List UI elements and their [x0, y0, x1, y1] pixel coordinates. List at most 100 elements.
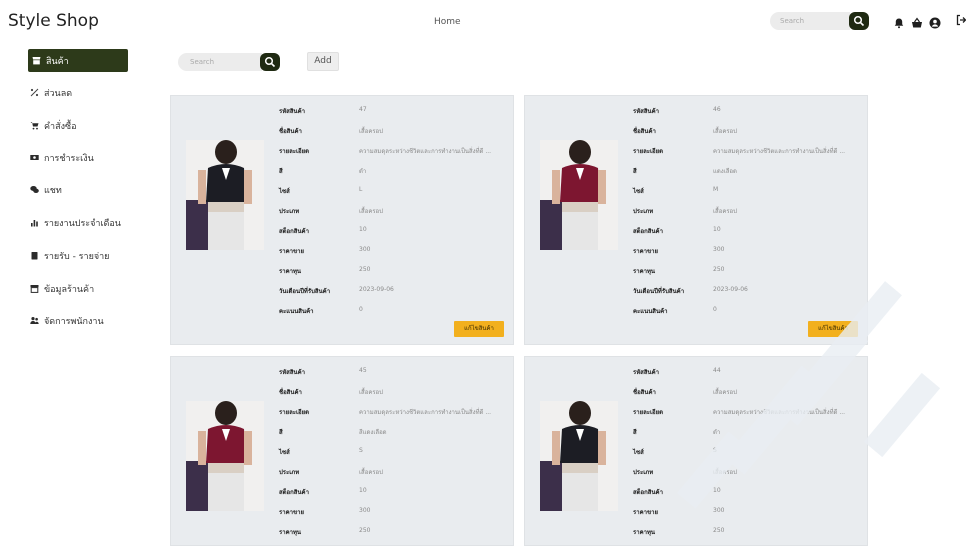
- detail-label: รหัสสินค้า: [633, 108, 659, 115]
- detail-value: เสื้อครอป: [359, 389, 383, 396]
- detail-row: ชื่อสินค้า เสื้อครอป: [633, 387, 863, 399]
- detail-row: ราคาทุน 250: [633, 527, 863, 539]
- detail-value: 250: [713, 527, 725, 534]
- detail-row: ไซส์ S: [633, 447, 863, 459]
- detail-row: คะแนนสินค้า 0: [279, 306, 509, 318]
- detail-value: 46: [713, 106, 721, 113]
- detail-label: สี: [279, 168, 283, 175]
- detail-row: รายละเอียด ความสมดุลระหว่างชีวิตและการทำง…: [633, 146, 863, 158]
- detail-row: สต็อกสินค้า 10: [279, 226, 509, 238]
- detail-value: ความสมดุลระหว่างชีวิตและการทำงานเป็นสิ่ง…: [359, 409, 492, 416]
- detail-row: วันเดือนปีที่รับสินค้า 2023-09-06: [633, 286, 863, 298]
- detail-value: 300: [359, 246, 371, 253]
- top-icons: [893, 14, 941, 29]
- sidebar-item-discounts[interactable]: ส่วนลด: [28, 81, 128, 104]
- detail-value: 10: [359, 487, 367, 494]
- sidebar-item-payments[interactable]: การชำระเงิน: [28, 146, 128, 169]
- detail-label: สี: [633, 429, 637, 436]
- detail-label: รหัสสินค้า: [633, 369, 659, 376]
- sidebar-item-label: คำสั่งซื้อ: [44, 121, 77, 132]
- detail-value: S: [713, 447, 717, 454]
- detail-label: ประเภท: [633, 469, 654, 476]
- detail-value: ความสมดุลระหว่างชีวิตและการทำงานเป็นสิ่ง…: [713, 148, 846, 155]
- sidebar-item-label: ข้อมูลร้านค้า: [44, 284, 95, 295]
- top-search-input[interactable]: Search: [770, 12, 850, 30]
- detail-row: ไซส์ L: [279, 186, 509, 198]
- wallet-icon: [30, 251, 39, 260]
- detail-row: ราคาขาย 300: [279, 507, 509, 519]
- detail-label: ชื่อสินค้า: [633, 389, 656, 396]
- sidebar-item-monthly-report[interactable]: รายงานประจำเดือน: [28, 211, 128, 234]
- sidebar-item-orders[interactable]: คำสั่งซื้อ: [28, 114, 128, 137]
- sidebar-item-income-expense[interactable]: รายรับ - รายจ่าย: [28, 244, 128, 267]
- detail-row: สต็อกสินค้า 10: [633, 226, 863, 238]
- detail-label: คะแนนสินค้า: [633, 308, 668, 315]
- detail-label: รายละเอียด: [633, 409, 664, 416]
- sidebar: สินค้า ส่วนลด คำสั่งซื้อ การชำระเงิน แชท…: [0, 44, 150, 539]
- home-link[interactable]: Home: [434, 17, 461, 27]
- detail-value: สีแดงเลือด: [359, 429, 387, 436]
- detail-label: ประเภท: [279, 208, 300, 215]
- brand-logo[interactable]: Style Shop: [8, 11, 99, 31]
- detail-row: ราคาทุน 250: [279, 527, 509, 539]
- sidebar-item-staff[interactable]: จัดการพนักงาน: [28, 309, 128, 332]
- detail-row: รหัสสินค้า 47: [279, 106, 509, 118]
- product-photo[interactable]: [186, 140, 264, 250]
- sidebar-item-label: ส่วนลด: [44, 88, 73, 99]
- detail-value: L: [359, 186, 363, 193]
- detail-row: ราคาขาย 300: [633, 246, 863, 258]
- detail-value: เสื้อครอป: [713, 469, 737, 476]
- sidebar-item-label: รายรับ - รายจ่าย: [44, 251, 110, 262]
- detail-value: 47: [359, 106, 367, 113]
- detail-label: คะแนนสินค้า: [279, 308, 314, 315]
- edit-product-button[interactable]: แก้ไขสินค้า: [808, 321, 858, 337]
- add-product-button[interactable]: Add: [307, 52, 339, 71]
- chart-icon: [30, 218, 39, 227]
- detail-row: ราคาทุน 250: [279, 266, 509, 278]
- detail-value: 44: [713, 367, 721, 374]
- detail-label: รายละเอียด: [633, 148, 664, 155]
- detail-value: เสื้อครอป: [359, 469, 383, 476]
- detail-label: ราคาขาย: [279, 248, 304, 255]
- detail-label: ราคาทุน: [633, 268, 656, 275]
- users-icon: [30, 316, 39, 325]
- detail-row: ชื่อสินค้า เสื้อครอป: [279, 387, 509, 399]
- detail-value: ดำ: [713, 429, 721, 436]
- detail-row: รหัสสินค้า 45: [279, 367, 509, 379]
- logout-icon[interactable]: [956, 14, 966, 26]
- basket-icon[interactable]: [911, 14, 923, 28]
- sidebar-item-label: รายงานประจำเดือน: [44, 218, 121, 229]
- detail-label: สต็อกสินค้า: [633, 228, 663, 235]
- product-photo[interactable]: [540, 140, 618, 250]
- detail-value: ความสมดุลระหว่างชีวิตและการทำงานเป็นสิ่ง…: [713, 409, 846, 416]
- detail-row: ไซส์ S: [279, 447, 509, 459]
- sidebar-item-label: จัดการพนักงาน: [44, 316, 104, 327]
- product-card: รหัสสินค้า 47 ชื่อสินค้า เสื้อครอป รายละเอีย…: [170, 95, 514, 345]
- sidebar-item-chat[interactable]: แชท: [28, 178, 128, 201]
- detail-value: 10: [713, 226, 721, 233]
- bell-icon[interactable]: [893, 14, 905, 29]
- detail-value: 2023-09-06: [713, 286, 748, 293]
- detail-value: ความสมดุลระหว่างชีวิตและการทำงานเป็นสิ่ง…: [359, 148, 492, 155]
- product-photo[interactable]: [186, 401, 264, 511]
- product-search: Search: [178, 53, 280, 71]
- product-search-input[interactable]: Search: [178, 53, 262, 71]
- detail-value: 10: [359, 226, 367, 233]
- detail-value: 0: [359, 306, 363, 313]
- top-search-button[interactable]: [849, 12, 869, 30]
- detail-row: สี ดำ: [279, 166, 509, 178]
- product-search-button[interactable]: [260, 53, 280, 71]
- sidebar-item-store-info[interactable]: ข้อมูลร้านค้า: [28, 277, 128, 300]
- top-bar: Style Shop Home Search: [0, 0, 966, 44]
- detail-value: 250: [359, 527, 371, 534]
- detail-row: ราคาขาย 300: [279, 246, 509, 258]
- product-photo[interactable]: [540, 401, 618, 511]
- detail-value: ดำ: [359, 168, 367, 175]
- edit-product-button[interactable]: แก้ไขสินค้า: [454, 321, 504, 337]
- percent-icon: [30, 88, 39, 97]
- user-icon[interactable]: [929, 14, 941, 29]
- detail-label: สี: [279, 429, 283, 436]
- sidebar-item-products[interactable]: สินค้า: [28, 49, 128, 72]
- detail-label: ราคาทุน: [279, 268, 302, 275]
- search-icon: [264, 56, 276, 68]
